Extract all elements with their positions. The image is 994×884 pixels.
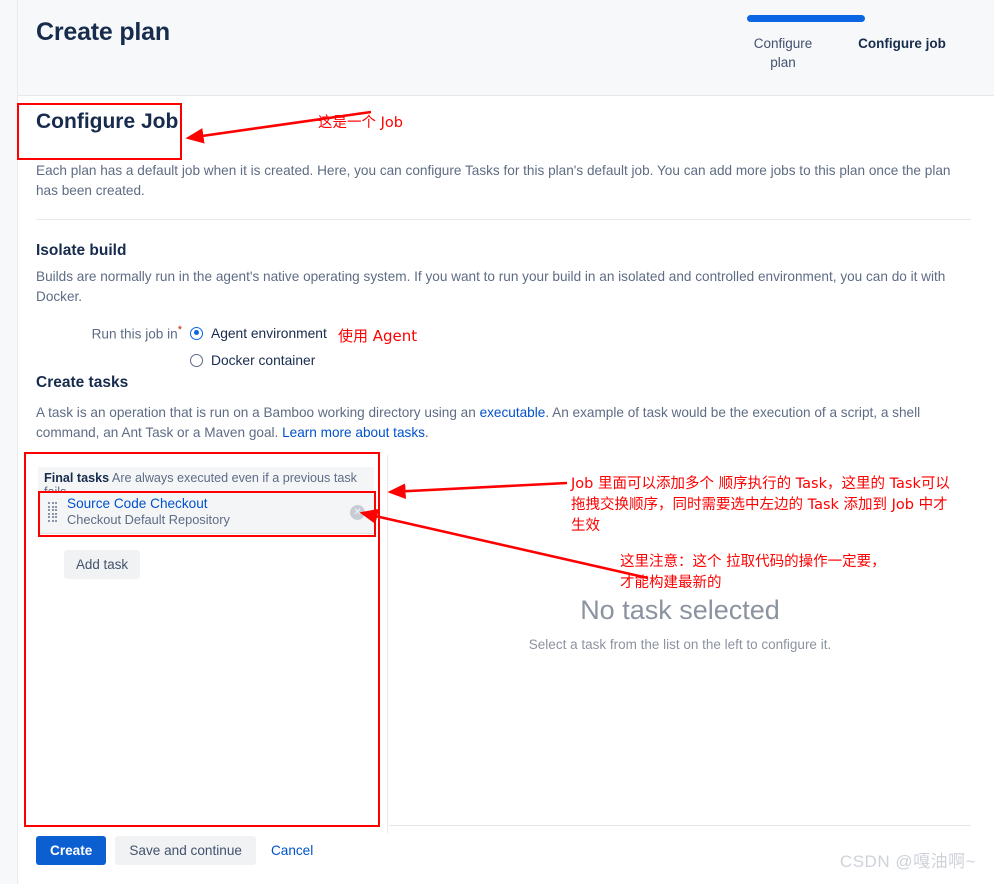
task-list-bottom-rule <box>38 825 374 826</box>
page-title: Create plan <box>36 18 170 46</box>
no-task-selected-subtitle: Select a task from the list on the left … <box>528 637 832 652</box>
page-header: Create plan Configure plan Configure job <box>18 0 994 96</box>
watermark: CSDN @嘎油啊~ <box>839 852 976 871</box>
create-tasks-heading: Create tasks <box>36 374 129 391</box>
create-tasks-desc-part1: A task is an operation that is run on a … <box>36 405 480 420</box>
create-tasks-desc-part3: . <box>424 425 429 440</box>
tasks-split-panel: Final tasks Are always executed even if … <box>24 455 971 833</box>
task-detail-bottom-rule <box>389 825 971 826</box>
page-root: Create plan Configure plan Configure job… <box>0 0 994 884</box>
radio-dot-agent-environment[interactable] <box>190 326 203 340</box>
configure-job-heading: Configure Job <box>36 110 179 133</box>
wizard-step-configure-plan[interactable]: Configure plan <box>740 34 826 72</box>
radio-label-docker-container: Docker container <box>211 352 316 368</box>
task-list-divider <box>38 533 374 534</box>
annotation-note-job: 这是一个 Job <box>318 115 403 131</box>
task-list-item[interactable]: Source Code Checkout Checkout Default Re… <box>38 491 374 533</box>
wizard-progress-track <box>740 14 962 22</box>
create-tasks-description: A task is an operation that is run on a … <box>36 403 971 443</box>
run-this-job-in-label-text: Run this job in <box>91 326 178 342</box>
create-button[interactable]: Create <box>36 836 107 865</box>
radio-label-agent-environment: Agent environment <box>211 325 327 341</box>
run-this-job-in-label: Run this job in* <box>80 324 190 342</box>
radio-option-agent-environment[interactable]: Run this job in* Agent environment <box>80 322 500 344</box>
wizard-progress-fill <box>747 15 865 22</box>
task-detail-panel: No task selected Select a task from the … <box>389 455 971 833</box>
close-circle-icon[interactable]: ✕ <box>350 504 365 520</box>
divider <box>36 219 971 220</box>
drag-handle-icon[interactable] <box>48 499 58 525</box>
task-item-subtitle: Checkout Default Repository <box>67 511 230 527</box>
run-this-job-in-radio-group: Run this job in* Agent environment Docke… <box>80 322 500 371</box>
configure-job-description: Each plan has a default job when it is c… <box>36 163 951 198</box>
footer-actions: Create Save and continue Cancel <box>36 836 319 865</box>
final-tasks-label: Final tasks <box>44 471 110 485</box>
wizard-step-configure-job[interactable]: Configure job <box>842 34 962 72</box>
radio-option-docker-container[interactable]: Docker container <box>80 349 500 371</box>
executable-link[interactable]: executable <box>480 405 546 420</box>
task-item-name[interactable]: Source Code Checkout <box>67 496 350 512</box>
no-task-selected-title: No task selected <box>580 595 780 625</box>
learn-more-about-tasks-link[interactable]: Learn more about tasks <box>282 425 425 440</box>
cancel-button[interactable]: Cancel <box>265 836 319 865</box>
add-task-button[interactable]: Add task <box>64 550 141 579</box>
required-marker: * <box>177 324 182 337</box>
isolate-build-heading: Isolate build <box>36 242 127 259</box>
wizard-steps: Configure plan Configure job <box>740 34 962 72</box>
radio-dot-docker-container[interactable] <box>190 353 203 367</box>
save-and-continue-button[interactable]: Save and continue <box>115 836 256 865</box>
task-item-text: Source Code Checkout Checkout Default Re… <box>67 496 350 527</box>
left-gutter <box>0 0 18 884</box>
task-list-panel: Final tasks Are always executed even if … <box>24 455 388 833</box>
isolate-build-description: Builds are normally run in the agent's n… <box>36 269 946 304</box>
